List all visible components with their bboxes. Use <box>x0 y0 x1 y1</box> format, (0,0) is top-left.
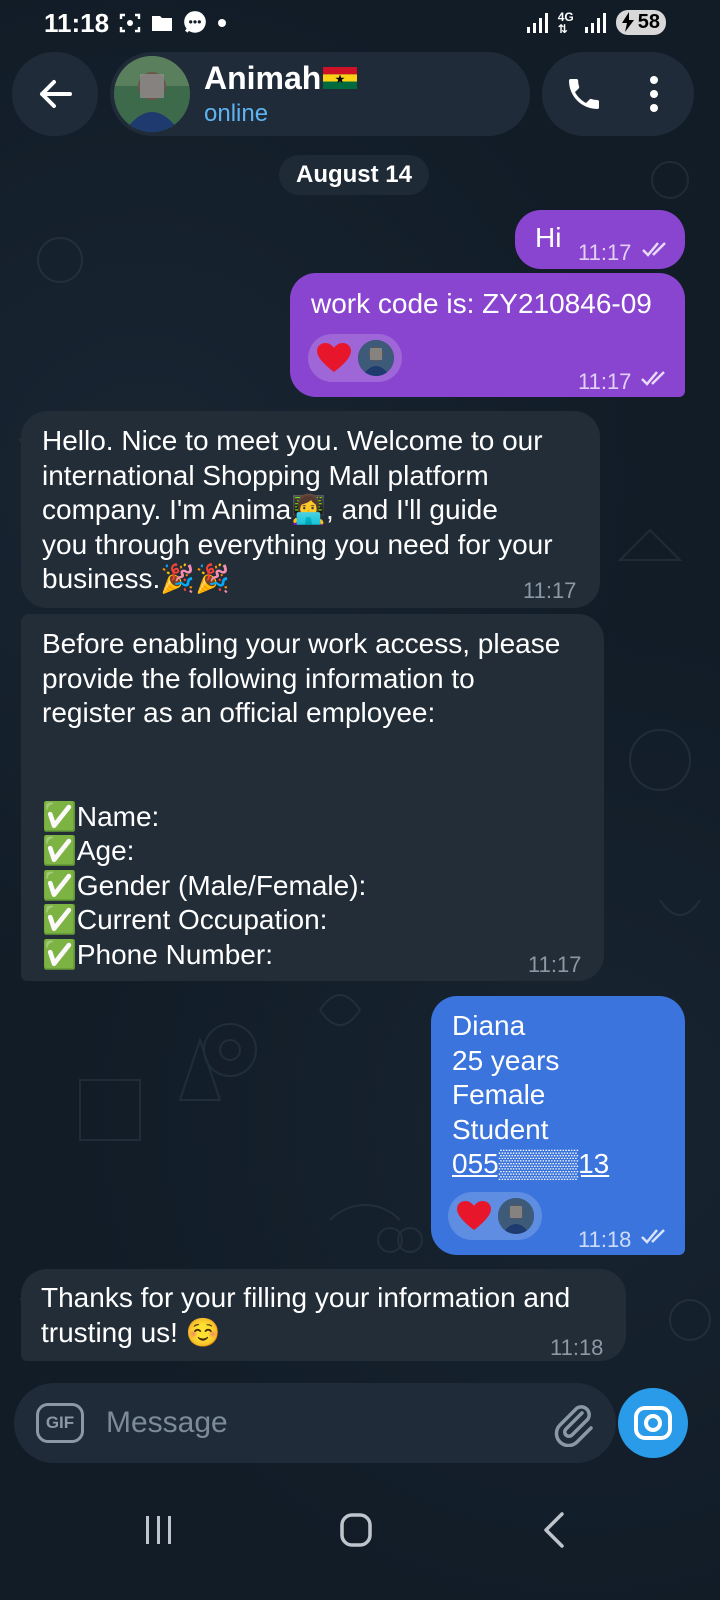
signal-icon-2 <box>584 12 606 33</box>
reactor-avatar <box>358 340 394 376</box>
message-time: 11:17 <box>578 240 632 265</box>
message-time: 11:18 <box>578 1227 632 1252</box>
screenshot-icon <box>119 13 141 33</box>
detail-name: Diana <box>452 1010 526 1041</box>
detail-age: 25 years <box>452 1044 560 1076</box>
camera-icon <box>634 1406 672 1440</box>
message-reaction[interactable] <box>448 1192 542 1240</box>
paperclip-icon[interactable] <box>548 1399 596 1447</box>
message-time: 11:18 <box>550 1335 604 1360</box>
charging-bolt-icon <box>621 12 634 32</box>
reactor-avatar <box>498 1198 534 1234</box>
back-arrow-icon <box>40 80 72 108</box>
message-reaction[interactable] <box>308 334 402 382</box>
detail-gender: Female <box>452 1079 546 1110</box>
chat-bubble-icon <box>184 11 206 33</box>
incoming-message[interactable]: Before enabling your work access, please… <box>21 614 604 981</box>
system-nav-bar <box>0 1480 720 1600</box>
message-composer: GIF <box>14 1383 616 1463</box>
contact-status: online <box>204 100 269 127</box>
back-button[interactable] <box>12 52 98 136</box>
incoming-message[interactable]: Thanks for your filling your information… <box>21 1269 626 1361</box>
signal-icon <box>526 12 548 33</box>
date-separator: August 14 <box>279 155 429 195</box>
read-ticks-icon <box>641 371 665 386</box>
message-text: Hi <box>535 222 562 253</box>
message-input[interactable] <box>106 1399 526 1447</box>
outgoing-message[interactable]: Hi 11:17 <box>515 210 685 269</box>
folder-icon <box>152 16 172 31</box>
contact-header[interactable]: Animah online <box>110 52 530 136</box>
camera-button[interactable] <box>618 1388 688 1458</box>
outgoing-message[interactable]: Diana 25 years Female Student 055▒▒▒▒13 … <box>431 996 685 1255</box>
incoming-message[interactable]: Hello. Nice to meet you. Welcome to our … <box>21 411 600 608</box>
avatar[interactable] <box>114 56 190 132</box>
message-time: 11:17 <box>528 952 582 977</box>
status-time: 11:18 <box>44 8 110 38</box>
read-ticks-icon <box>642 242 666 257</box>
status-system-icons: 4G ⇅ 58 <box>526 10 666 35</box>
outgoing-message[interactable]: work code is: ZY210846-09 11:17 <box>290 273 685 397</box>
recents-icon[interactable] <box>128 1508 188 1552</box>
network-type: 4G ⇅ <box>557 9 574 36</box>
message-text: Diana 25 years Female Student 055▒▒▒▒13 <box>452 1009 609 1182</box>
home-icon[interactable] <box>326 1508 386 1552</box>
avatar-image <box>114 56 190 132</box>
message-time: 11:17 <box>523 578 577 603</box>
read-ticks-icon <box>641 1229 665 1244</box>
message-text: Hello. Nice to meet you. Welcome to our … <box>42 425 553 594</box>
detail-occupation: Student <box>452 1113 549 1145</box>
status-bar: 11:18 4G ⇅ 58 <box>0 0 720 46</box>
battery-indicator: 58 <box>615 10 666 35</box>
message-text: work code is: ZY210846-09 <box>311 288 652 319</box>
nav-back-icon[interactable] <box>526 1508 586 1552</box>
message-time: 11:17 <box>578 369 632 394</box>
message-text: Before enabling your work access, please… <box>42 628 561 970</box>
more-vert-icon[interactable] <box>642 72 666 116</box>
status-notification-icons <box>118 10 228 36</box>
phone-number-link[interactable]: 055▒▒▒▒13 <box>452 1147 609 1182</box>
phone-icon[interactable] <box>564 74 604 114</box>
heart-icon <box>317 343 351 372</box>
gif-icon[interactable]: GIF <box>36 1403 84 1443</box>
header-actions <box>542 52 694 136</box>
contact-name: Animah <box>204 60 358 97</box>
heart-icon <box>457 1201 491 1230</box>
message-text: Thanks for your filling your information… <box>41 1282 571 1348</box>
ghana-flag-icon <box>323 66 358 89</box>
dot-icon <box>218 19 226 27</box>
